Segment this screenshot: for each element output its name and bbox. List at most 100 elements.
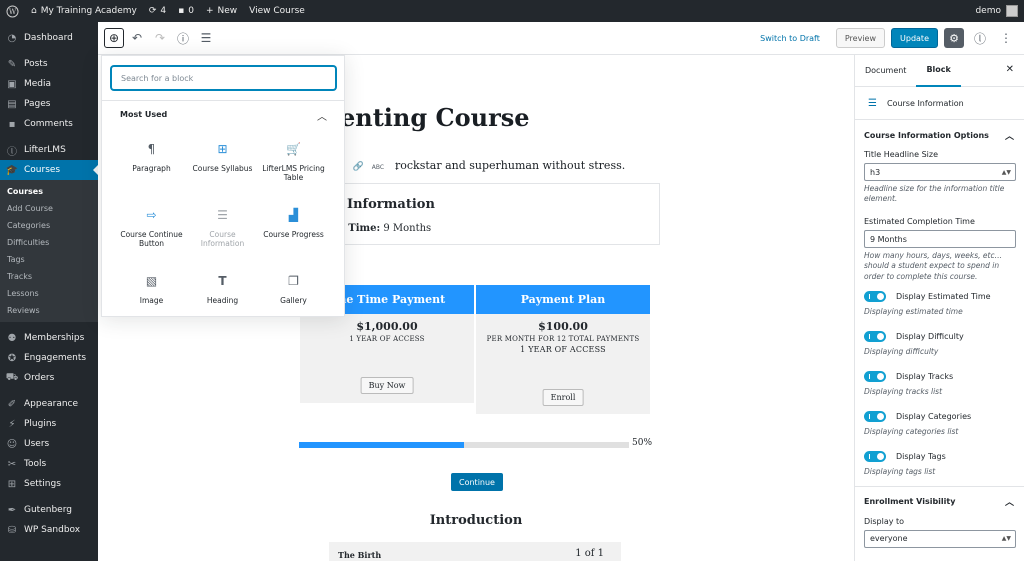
block-paragraph[interactable]: ¶ Paragraph [116, 136, 187, 196]
most-used-title: Most Used [120, 110, 168, 119]
progress-label: 50% [632, 438, 653, 448]
block-navigation-button[interactable]: ☰ [196, 28, 216, 48]
block-heading[interactable]: T Heading [187, 268, 258, 328]
pricing-plan-access: 1 YEAR OF ACCESS [520, 345, 606, 354]
divider [102, 100, 344, 101]
user-menu[interactable]: demo [975, 5, 1024, 17]
admin-bar: W ⌂ My Training Academy ⟳ 4 ▪ 0 + New Vi… [0, 0, 1024, 22]
submenu-categories[interactable]: Categories [0, 217, 98, 234]
continue-button[interactable]: Continue [451, 473, 503, 491]
strikethrough-icon[interactable]: ABC [372, 164, 384, 171]
chevron-up-icon[interactable]: ︿ [317, 108, 327, 123]
redo-button[interactable]: ↷ [150, 28, 170, 48]
toggle-estimated-time[interactable]: Display Estimated Time [855, 290, 1024, 302]
submenu-difficulties[interactable]: Difficulties [0, 234, 98, 251]
sidebar-item-tools[interactable]: ✂ Tools [0, 454, 98, 474]
sidebar-item-courses[interactable]: 🎓 Courses [0, 160, 98, 180]
more-vertical-icon: ⋮ [1000, 31, 1012, 45]
paragraph-block[interactable]: rockstar and superhuman without stress. [395, 159, 625, 172]
sidebar-item-memberships[interactable]: ⚉ Memberships [0, 328, 98, 348]
completion-time-field: Estimated Completion Time 9 Months How m… [855, 217, 1024, 281]
sidebar-item-orders[interactable]: ⛟ Orders [0, 368, 98, 388]
toggle-switch[interactable] [864, 330, 886, 342]
completion-time-input[interactable]: 9 Months [864, 230, 1016, 249]
sidebar-item-users[interactable]: ☺ Users [0, 434, 98, 454]
sidebar-item-gutenberg[interactable]: ✒ Gutenberg [0, 500, 98, 520]
undo-button[interactable]: ↶ [127, 28, 147, 48]
pricing-table-icon: 🛒 [286, 142, 301, 156]
sidebar-item-wp-sandbox[interactable]: ⛁ WP Sandbox [0, 520, 98, 540]
view-course-link[interactable]: View Course [243, 0, 311, 22]
toggle-switch[interactable] [864, 410, 886, 422]
pricing-plan-price: $100.00 [538, 320, 588, 333]
sidebar-item-pages[interactable]: ▤ Pages [0, 94, 98, 114]
pricing-plan-payment-plan: Payment Plan $100.00 PER MONTH FOR 12 TO… [476, 285, 650, 414]
link-icon[interactable]: 🔗 [353, 162, 364, 172]
block-course-progress[interactable]: ▟ Course Progress [258, 202, 329, 262]
toggle-tags[interactable]: Display Tags [855, 450, 1024, 462]
submenu-reviews[interactable]: Reviews [0, 302, 98, 319]
lesson-preview[interactable]: The Birth 1 of 1 [329, 542, 621, 561]
block-course-information[interactable]: ☰ Course Information [187, 202, 258, 262]
sidebar-item-comments[interactable]: ▪ Comments [0, 114, 98, 134]
new-content-link[interactable]: + New [200, 0, 243, 22]
buy-now-button[interactable]: Buy Now [360, 377, 414, 394]
toggle-tracks[interactable]: Display Tracks [855, 370, 1024, 382]
toggle-switch[interactable] [864, 450, 886, 462]
pen-icon: ✒ [7, 504, 17, 516]
toggle-categories[interactable]: Display Categories [855, 410, 1024, 422]
block-course-syllabus[interactable]: ⊞ Course Syllabus [187, 136, 258, 196]
enroll-button[interactable]: Enroll [542, 389, 584, 406]
submenu-tracks[interactable]: Tracks [0, 268, 98, 285]
admin-sidebar: ◔ Dashboard ✎ Posts ▣ Media ▤ Pages ▪ Comment… [0, 22, 98, 561]
submenu-lessons[interactable]: Lessons [0, 285, 98, 302]
block-gallery[interactable]: ❐ Gallery [258, 268, 329, 328]
toggle-switch[interactable] [864, 290, 886, 302]
tab-document[interactable]: Document [855, 55, 916, 87]
block-image[interactable]: ▧ Image [116, 268, 187, 328]
settings-gear-button[interactable]: ⚙ [944, 28, 964, 48]
select-arrows-icon: ▲▼ [1001, 168, 1011, 176]
more-menu-button[interactable]: ⋮ [996, 28, 1016, 48]
site-name-link[interactable]: ⌂ My Training Academy [25, 0, 143, 22]
sidebar-item-appearance[interactable]: ✐ Appearance [0, 394, 98, 414]
sidebar-item-media[interactable]: ▣ Media [0, 74, 98, 94]
sidebar-item-settings[interactable]: ⊞ Settings [0, 474, 98, 494]
update-button[interactable]: Update [891, 28, 938, 48]
headline-size-select[interactable]: h3 ▲▼ [864, 163, 1016, 181]
sidebar-item-dashboard[interactable]: ◔ Dashboard [0, 28, 98, 48]
block-pricing-table[interactable]: 🛒 LifterLMS Pricing Table [258, 136, 329, 196]
tab-block[interactable]: Block [916, 55, 961, 87]
preview-button[interactable]: Preview [835, 28, 886, 48]
pricing-plan-title: Payment Plan [476, 285, 650, 314]
post-title[interactable]: enting Course [340, 103, 530, 132]
sidebar-item-engagements[interactable]: ✪ Engagements [0, 348, 98, 368]
wordpress-logo-icon[interactable]: W [0, 0, 25, 22]
options-panel-header[interactable]: Course Information Options ︿ [855, 120, 1024, 150]
updates-link[interactable]: ⟳ 4 [143, 0, 172, 22]
toggle-switch[interactable] [864, 370, 886, 382]
submenu-courses[interactable]: Courses [0, 183, 98, 200]
sidebar-tabs: Document Block ✕ [855, 55, 1024, 87]
syllabus-icon: ⊞ [217, 142, 228, 156]
close-icon[interactable]: ✕ [1006, 64, 1014, 75]
submenu-tags[interactable]: Tags [0, 251, 98, 268]
sidebar-item-plugins[interactable]: ⚡ Plugins [0, 414, 98, 434]
sidebar-item-lifterlms[interactable]: ⓛ LifterLMS [0, 140, 98, 160]
enrollment-panel-header[interactable]: Enrollment Visibility ︿ [855, 487, 1024, 517]
block-course-continue-button[interactable]: ⇨ Course Continue Button [116, 202, 187, 262]
switch-to-draft-button[interactable]: Switch to Draft [760, 34, 820, 43]
wrench-icon: ✂ [7, 458, 17, 470]
submenu-add-course[interactable]: Add Course [0, 200, 98, 217]
award-icon: ✪ [7, 352, 17, 364]
lifterlms-button[interactable]: ⓛ [970, 28, 990, 48]
comments-link[interactable]: ▪ 0 [172, 0, 200, 22]
display-to-select[interactable]: everyone ▲▼ [864, 529, 1016, 548]
sidebar-item-posts[interactable]: ✎ Posts [0, 54, 98, 74]
toggle-difficulty[interactable]: Display Difficulty [855, 330, 1024, 342]
inserter-toggle-button[interactable]: ⊕ [104, 28, 124, 48]
course-information-block[interactable]: Information l Time: 9 Months [300, 183, 660, 245]
content-info-button[interactable]: ⓘ [173, 28, 193, 48]
home-icon: ⌂ [31, 6, 37, 16]
block-search-input[interactable] [111, 66, 336, 90]
